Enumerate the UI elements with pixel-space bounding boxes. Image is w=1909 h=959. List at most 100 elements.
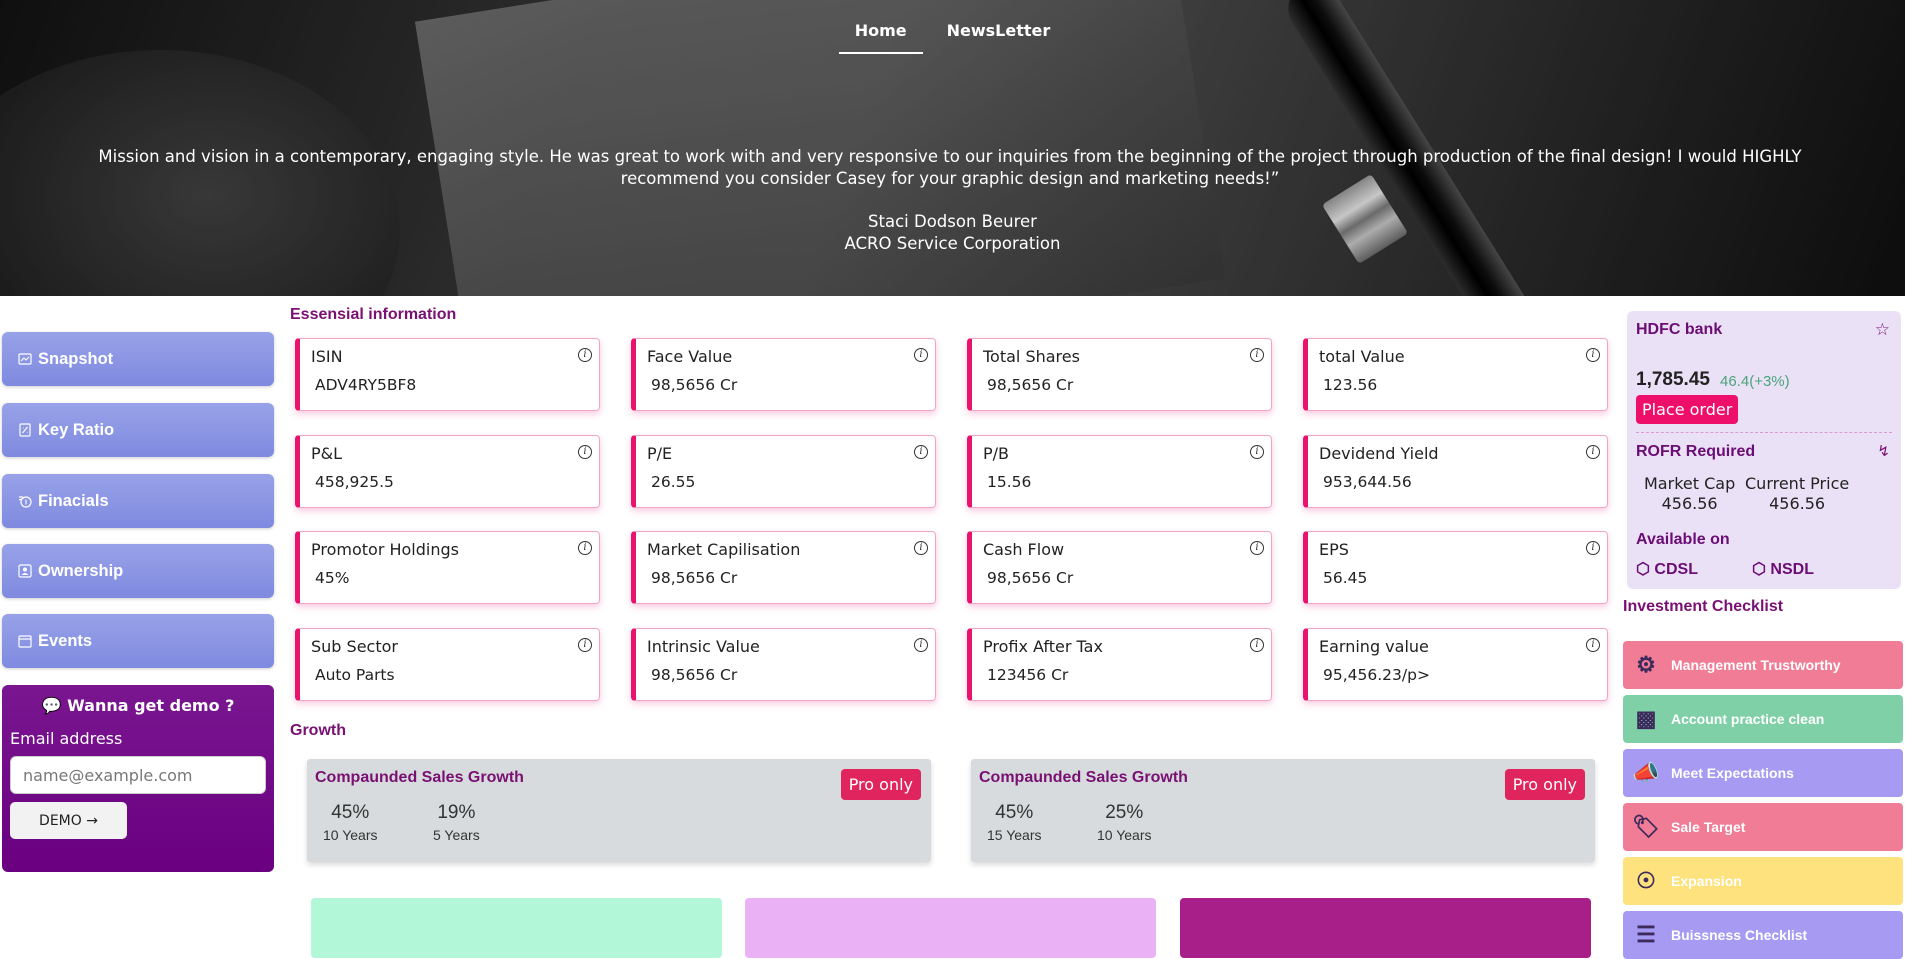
info-card: Face Value 98,5656 Cr i	[631, 338, 936, 411]
feature-tile[interactable]	[745, 898, 1156, 958]
exchange-nsdl: ⬡ NSDL	[1752, 559, 1814, 579]
checklist-item-label: Sale Target	[1671, 819, 1746, 835]
checklist-icon: ☉	[1636, 868, 1656, 893]
checklist-item[interactable]: 🏷 Sale Target	[1623, 803, 1903, 851]
info-card-title: total Value	[1319, 347, 1405, 366]
current-price-label: Current Price	[1745, 474, 1850, 493]
growth-stat-label: 10 Years	[1097, 827, 1152, 843]
info-card: Sub Sector Auto Parts i	[295, 628, 600, 701]
info-icon[interactable]: i	[914, 348, 928, 362]
info-card-title: EPS	[1319, 540, 1349, 559]
info-icon[interactable]: i	[578, 445, 592, 459]
demo-button[interactable]: DEMO →	[10, 802, 127, 839]
info-card-value: 123.56	[1323, 376, 1378, 394]
info-icon[interactable]: i	[578, 541, 592, 555]
growth-stat-label: 5 Years	[433, 827, 480, 843]
info-card: ISIN ADV4RY5BF8 i	[295, 338, 600, 411]
info-card-value: 95,456.23/p>	[1323, 666, 1430, 684]
growth-stat-label: 15 Years	[987, 827, 1042, 843]
testimonial-author: Staci Dodson Beurer ACRO Service Corpora…	[0, 211, 1905, 255]
checklist-item[interactable]: 📣 Meet Expectations	[1623, 749, 1903, 797]
demo-title-text: Wanna get demo ?	[67, 696, 235, 715]
sidebar-item-financials[interactable]: Finacials	[2, 474, 274, 528]
info-card: P/E 26.55 i	[631, 435, 936, 508]
sidebar-item-key-ratio[interactable]: Key Ratio	[2, 403, 274, 457]
checklist-item-label: Account practice clean	[1671, 711, 1825, 727]
info-icon[interactable]: i	[1586, 541, 1600, 555]
market-cap-value: 456.56	[1661, 494, 1718, 513]
exchange-cdsl: ⬡ CDSL	[1636, 559, 1698, 579]
email-field[interactable]: name@example.com	[10, 756, 266, 794]
pro-only-badge[interactable]: Pro only	[840, 769, 921, 800]
info-card-title: P&L	[311, 444, 343, 463]
info-icon[interactable]: i	[1250, 638, 1264, 652]
key-ratio-icon	[19, 423, 31, 437]
sidebar-item-events[interactable]: Events	[2, 614, 274, 668]
info-card-value: 98,5656 Cr	[987, 569, 1074, 587]
info-icon[interactable]: i	[1586, 638, 1600, 652]
info-icon[interactable]: i	[1586, 348, 1600, 362]
info-card-title: Devidend Yield	[1319, 444, 1439, 463]
nav-home[interactable]: Home	[838, 18, 923, 54]
pro-only-badge[interactable]: Pro only	[1504, 769, 1585, 800]
info-icon[interactable]: i	[578, 348, 592, 362]
info-icon[interactable]: i	[1250, 445, 1264, 459]
info-icon[interactable]: i	[1250, 541, 1264, 555]
info-card-value: ADV4RY5BF8	[315, 376, 417, 394]
info-card: total Value 123.56 i	[1303, 338, 1608, 411]
rofr-label: ROFR Required	[1636, 443, 1756, 460]
info-card-value: Auto Parts	[315, 666, 395, 684]
info-card-title: Market Capilisation	[647, 540, 801, 559]
info-card: P&L 458,925.5 i	[295, 435, 600, 508]
info-card: Earning value 95,456.23/p> i	[1303, 628, 1608, 701]
market-cap-label: Market Cap	[1644, 474, 1736, 493]
stock-change: 46.4(+3%)	[1720, 373, 1790, 390]
exchange-label: NSDL	[1770, 561, 1814, 578]
checklist-icon: 📣	[1632, 760, 1660, 785]
feature-tile[interactable]	[311, 898, 722, 958]
sidebar-item-label: Ownership	[38, 561, 124, 580]
info-icon[interactable]: i	[1250, 348, 1264, 362]
checklist-item[interactable]: ⚙ Management Trustworthy	[1623, 641, 1903, 689]
checklist-item[interactable]: ☰ Buissness Checklist	[1623, 911, 1903, 959]
info-card: Intrinsic Value 98,5656 Cr i	[631, 628, 936, 701]
info-card-title: Total Shares	[983, 347, 1080, 366]
growth-panel-title: Compaunded Sales Growth	[315, 769, 524, 786]
exchange-label: CDSL	[1654, 561, 1698, 578]
growth-stat: 45% 10 Years	[323, 802, 378, 843]
chat-icon: 💬	[41, 696, 62, 715]
star-icon[interactable]: ☆	[1875, 320, 1890, 340]
demo-signup-panel: 💬 Wanna get demo ? Email address name@ex…	[2, 685, 274, 872]
financials-icon	[19, 496, 32, 508]
info-icon[interactable]: i	[1586, 445, 1600, 459]
info-card-value: 953,644.56	[1323, 473, 1412, 491]
info-card: Devidend Yield 953,644.56 i	[1303, 435, 1608, 508]
sidebar-item-ownership[interactable]: Ownership	[2, 544, 274, 598]
checklist-item-label: Management Trustworthy	[1671, 657, 1841, 673]
info-icon[interactable]: i	[914, 445, 928, 459]
info-card-title: Profix After Tax	[983, 637, 1103, 656]
checklist-icon: ▩	[1635, 706, 1657, 731]
info-icon[interactable]: i	[578, 638, 592, 652]
info-card-value: 15.56	[987, 473, 1032, 491]
nav-newsletter[interactable]: NewsLetter	[931, 18, 1067, 54]
info-card-value: 98,5656 Cr	[987, 376, 1074, 394]
info-icon[interactable]: i	[914, 541, 928, 555]
checklist-item[interactable]: ☉ Expansion	[1623, 857, 1903, 905]
growth-stat-value: 25%	[1105, 802, 1144, 823]
place-order-button[interactable]: Place order	[1636, 395, 1739, 424]
info-card-title: Promotor Holdings	[311, 540, 459, 559]
growth-stat-value: 19%	[437, 802, 476, 823]
testimonial-quote: Mission and vision in a contemporary, en…	[98, 147, 1802, 188]
growth-panel-title: Compaunded Sales Growth	[979, 769, 1188, 786]
feature-tile[interactable]	[1180, 898, 1591, 958]
sidebar-item-snapshot[interactable]: Snapshot	[2, 332, 274, 386]
growth-stat: 45% 15 Years	[987, 802, 1042, 843]
growth-panel: Compaunded Sales Growth Pro only 45% 10 …	[307, 759, 931, 862]
hero-banner: Home NewsLetter Mission and vision in a …	[0, 0, 1905, 296]
current-price: Current Price 456.56	[1745, 474, 1849, 514]
growth-stat: 25% 10 Years	[1097, 802, 1152, 843]
growth-stat-value: 45%	[331, 802, 370, 823]
info-icon[interactable]: i	[914, 638, 928, 652]
checklist-item[interactable]: ▩ Account practice clean	[1623, 695, 1903, 743]
